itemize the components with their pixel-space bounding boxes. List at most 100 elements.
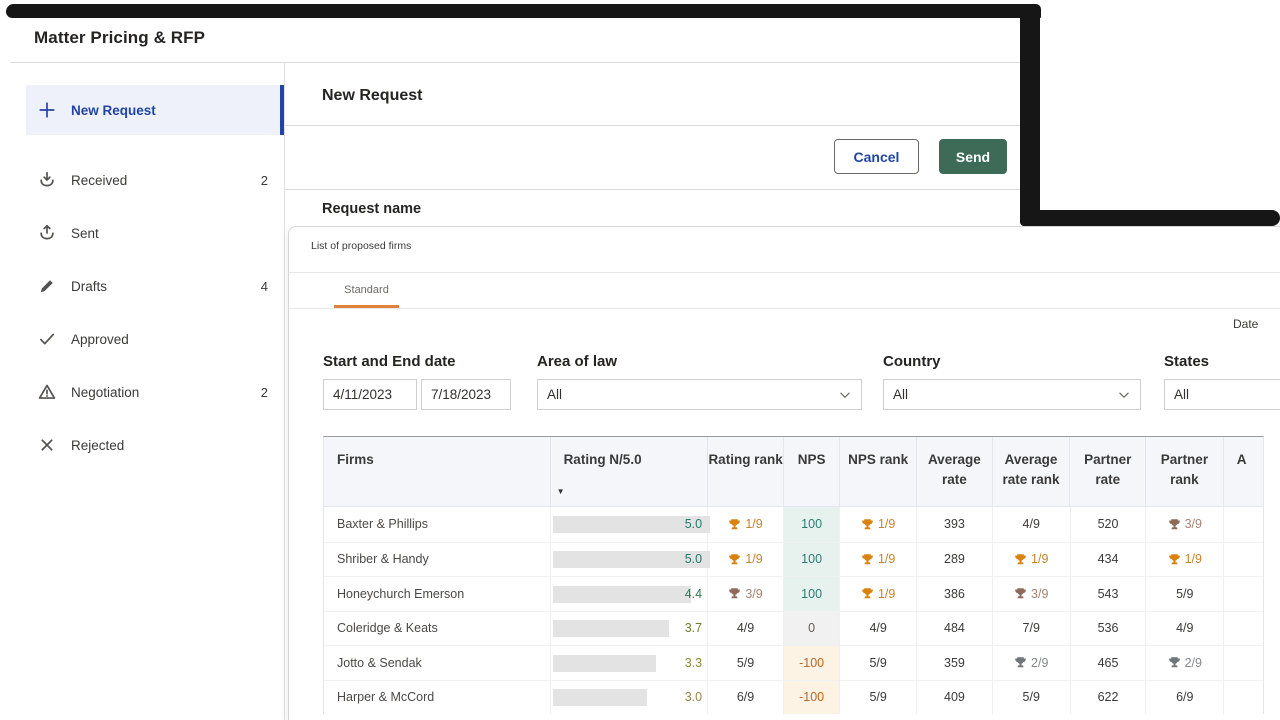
sidebar-item-label: New Request	[71, 103, 284, 118]
average-rate-cell: 289	[917, 543, 993, 577]
pencil-icon	[38, 277, 56, 295]
send-button[interactable]: Send	[939, 139, 1007, 174]
partial-cell	[1224, 646, 1263, 680]
table-row[interactable]: Coleridge & Keats 3.7 4/9 0 4/9 484 7/9 …	[324, 611, 1263, 646]
nps-rank-cell: 1/9	[840, 543, 917, 577]
rating-value: 3.0	[685, 690, 702, 704]
nps-cell: -100	[784, 646, 840, 680]
start-date-input[interactable]	[323, 379, 417, 410]
sidebar-divider	[284, 62, 285, 720]
panel-title: List of proposed firms	[311, 240, 411, 252]
rating-bar	[553, 586, 691, 603]
table-row[interactable]: Jotto & Sendak 3.3 5/9 -100 5/9 359 2/9 …	[324, 645, 1263, 680]
average-rate-rank-cell: 3/9	[993, 577, 1071, 611]
sidebar-item-count: 2	[261, 173, 268, 188]
partner-rate-cell: 434	[1071, 543, 1147, 577]
partner-rate-cell: 520	[1071, 507, 1147, 542]
sidebar-item-negotiation[interactable]: Negotiation 2	[26, 370, 284, 414]
firm-name: Honeychurch Emerson	[324, 577, 551, 611]
sidebar-item-new-request[interactable]: New Request	[26, 85, 284, 135]
trophy-icon	[861, 587, 874, 600]
rating-rank-cell: 3/9	[708, 577, 784, 611]
header-average-rate-rank[interactable]: Average rate rank	[993, 437, 1071, 506]
nps-cell: 100	[784, 577, 840, 611]
sort-descending-icon: ▼	[557, 486, 565, 498]
tab-label: Standard	[344, 284, 389, 296]
tab-standard[interactable]: Standard	[334, 277, 399, 308]
cancel-button[interactable]: Cancel	[834, 139, 919, 174]
firms-table: Firms Rating N/5.0 ▼ Rating rank NPS NPS …	[323, 436, 1264, 714]
plus-icon	[38, 101, 56, 119]
trophy-icon	[728, 553, 741, 566]
divider	[10, 62, 1021, 63]
rating-rank-cell: 5/9	[708, 646, 784, 680]
sidebar-item-received[interactable]: Received 2	[26, 158, 284, 202]
header-average-rate[interactable]: Average rate	[917, 437, 993, 506]
partial-cell	[1224, 577, 1263, 611]
firm-name: Harper & McCord	[324, 681, 551, 715]
country-select[interactable]: All	[883, 379, 1141, 410]
partial-cell	[1224, 543, 1263, 577]
check-icon	[38, 330, 56, 348]
sidebar-item-label: Rejected	[71, 438, 284, 453]
screenshot-stage: Matter Pricing & RFP New Request Receive…	[0, 0, 1280, 720]
rating-bar	[553, 655, 657, 672]
sidebar-item-rejected[interactable]: Rejected	[26, 423, 284, 467]
rating-bar	[553, 620, 669, 637]
rating-bar	[553, 689, 647, 706]
nps-rank-cell: 1/9	[840, 507, 917, 542]
partner-rank-cell: 3/9	[1146, 507, 1224, 542]
firm-name: Shriber & Handy	[324, 543, 551, 577]
rating-cell: 3.3	[551, 646, 708, 680]
sidebar-item-sent[interactable]: Sent	[26, 211, 284, 255]
table-header-row: Firms Rating N/5.0 ▼ Rating rank NPS NPS …	[324, 437, 1263, 507]
area-of-law-value: All	[547, 387, 562, 402]
partner-rate-cell: 543	[1071, 577, 1147, 611]
nps-cell: -100	[784, 681, 840, 715]
nps-rank-cell: 5/9	[840, 681, 917, 715]
download-tray-icon	[38, 171, 56, 189]
rating-value: 5.0	[685, 552, 702, 566]
header-nps-rank[interactable]: NPS rank	[840, 437, 917, 506]
table-row[interactable]: Shriber & Handy 5.0 1/9 100 1/9 289 1/9 …	[324, 542, 1263, 577]
partner-rate-cell: 622	[1071, 681, 1147, 715]
states-select[interactable]: All	[1164, 379, 1280, 410]
partner-rank-cell: 5/9	[1146, 577, 1224, 611]
rating-cell: 4.4	[551, 577, 708, 611]
header-nps[interactable]: NPS	[784, 437, 840, 506]
table-row[interactable]: Baxter & Phillips 5.0 1/9 100 1/9 393 4/…	[324, 507, 1263, 542]
rating-value: 3.3	[685, 656, 702, 670]
partner-rank-cell: 6/9	[1146, 681, 1224, 715]
divider	[285, 189, 1021, 190]
sidebar-item-drafts[interactable]: Drafts 4	[26, 264, 284, 308]
rating-cell: 3.7	[551, 612, 708, 646]
country-value: All	[893, 387, 908, 402]
sidebar-item-approved[interactable]: Approved	[26, 317, 284, 361]
nps-rank-cell: 5/9	[840, 646, 917, 680]
header-partner-rank[interactable]: Partner rank	[1146, 437, 1224, 506]
nps-rank-cell: 1/9	[840, 577, 917, 611]
app-title: Matter Pricing & RFP	[34, 28, 205, 48]
end-date-input[interactable]	[421, 379, 511, 410]
rating-rank-cell: 4/9	[708, 612, 784, 646]
rating-value: 4.4	[685, 587, 702, 601]
table-row[interactable]: Harper & McCord 3.0 6/9 -100 5/9 409 5/9…	[324, 680, 1263, 715]
header-rating[interactable]: Rating N/5.0 ▼	[551, 437, 709, 506]
average-rate-rank-cell: 1/9	[993, 543, 1071, 577]
nps-rank-cell: 4/9	[840, 612, 917, 646]
header-partial-column: A	[1224, 437, 1263, 506]
area-of-law-select[interactable]: All	[537, 379, 862, 410]
header-firms[interactable]: Firms	[324, 437, 551, 506]
header-partner-rate[interactable]: Partner rate	[1070, 437, 1146, 506]
trophy-icon	[728, 518, 741, 531]
header-label: Rating N/5.0	[564, 452, 642, 467]
nps-cell: 0	[784, 612, 840, 646]
chevron-down-icon	[1118, 389, 1130, 401]
header-rating-rank[interactable]: Rating rank	[708, 437, 784, 506]
sidebar-item-label: Sent	[71, 226, 284, 241]
page-title: New Request	[322, 87, 422, 105]
average-rate-cell: 393	[917, 507, 993, 542]
table-row[interactable]: Honeychurch Emerson 4.4 3/9 100 1/9 386 …	[324, 576, 1263, 611]
trophy-icon	[1168, 518, 1181, 531]
sidebar-item-count: 4	[261, 279, 268, 294]
